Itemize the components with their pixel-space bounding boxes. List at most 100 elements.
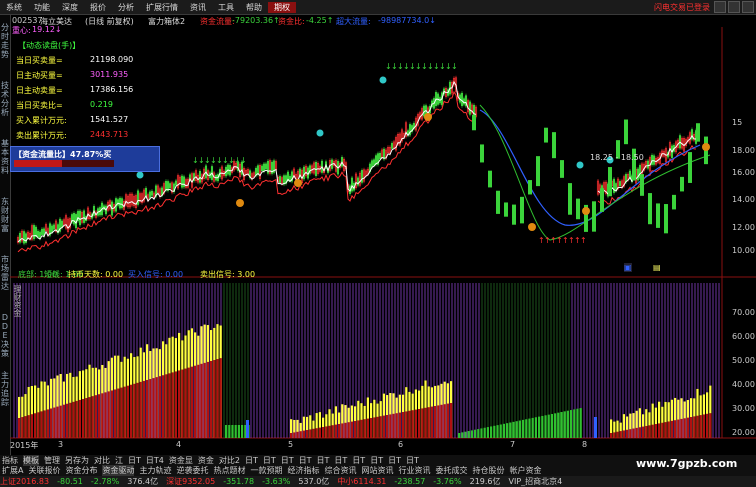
status-item: 深证9352.05 — [166, 477, 216, 486]
signal-item: 卖出信号: 3.00 — [200, 270, 256, 279]
function-tab[interactable]: 行业资讯 — [398, 465, 430, 476]
sidebar-tab-2[interactable]: 技术分析 — [0, 81, 10, 117]
function-tab[interactable]: 经济指标 — [287, 465, 319, 476]
read-row-value: 0.219 — [90, 100, 113, 109]
volume-bar — [405, 411, 408, 438]
read-row-label: 当日买卖量= — [16, 56, 63, 65]
volume-bar — [464, 431, 467, 438]
volume-bar — [354, 421, 357, 438]
volume-bar — [613, 432, 616, 438]
panel-close-icon[interactable]: ▤ — [653, 263, 661, 272]
volume-bar — [312, 428, 315, 438]
sidebar-tab-4[interactable]: 东财财富 — [0, 197, 10, 233]
menu-item-2[interactable]: 功能 — [28, 2, 56, 13]
candle-body — [608, 167, 612, 197]
volume-bar — [664, 422, 667, 438]
candle-body — [592, 201, 596, 232]
volume-bar — [373, 417, 376, 438]
extra-flow-value: -98987734.0↓ — [378, 16, 436, 25]
function-tab[interactable]: 热点题材 — [213, 465, 245, 476]
volume-bar — [46, 409, 49, 438]
volume-bar — [66, 403, 69, 438]
menu-item-7[interactable]: 资讯 — [184, 2, 212, 13]
menu-item-10[interactable]: 期权 — [268, 1, 296, 13]
signal-circle-orange — [424, 113, 432, 121]
volume-bar — [458, 433, 461, 438]
fund-flow-value: -79203.36↑ — [232, 16, 280, 25]
volume-bar — [338, 424, 341, 438]
volume-bar — [165, 374, 168, 438]
function-tab[interactable]: 资金驱动 — [102, 465, 135, 476]
maximize-button[interactable] — [728, 1, 740, 13]
function-tab[interactable]: 帐户资金 — [509, 465, 541, 476]
volume-bar — [414, 409, 417, 438]
volume-bar — [502, 423, 505, 438]
function-tab[interactable]: 扩展A — [2, 465, 23, 476]
volume-bar — [184, 368, 187, 438]
stock-chart[interactable]: ↓ ↓ ↓ ↓ ↓ ↓ ↓ ↓ ↓ ↓ ↓ ↓ ↓ ↓ ↓ ↓ ↓ ↓ ↓ ↓ ↓ ↑ ↑ ↑ ↑ ↑ ↑ ↑ ↑ 002537 海立美… — [10, 15, 756, 455]
volume-bar — [506, 423, 509, 438]
volume-bar — [437, 405, 440, 438]
menu-item-9[interactable]: 帮助 — [240, 2, 268, 13]
volume-bar — [626, 429, 629, 438]
function-tab[interactable]: 委托成交 — [435, 465, 467, 476]
menu-item-6[interactable]: 扩展行情 — [140, 2, 184, 13]
minimize-button[interactable] — [714, 1, 726, 13]
sidebar-tab-7[interactable]: 主力追踪 — [0, 371, 10, 407]
menu-item-5[interactable]: 分析 — [112, 2, 140, 13]
sidebar-tab-1[interactable]: 分时走势 — [0, 23, 10, 59]
status-item: 219.6亿 — [469, 477, 501, 486]
stock-code: 002537 — [12, 16, 43, 25]
sidebar-tab-5[interactable]: 市场雷达 — [0, 255, 10, 291]
up-arrow: ↑ — [580, 236, 587, 245]
status-item: -2.78% — [90, 477, 120, 486]
menu-item-4[interactable]: 报价 — [84, 2, 112, 13]
volume-bar — [168, 373, 171, 438]
signal-item: 买入信号: 0.00 — [128, 270, 184, 279]
candle-body — [544, 127, 548, 143]
function-tab[interactable]: 一款预期 — [250, 465, 282, 476]
volume-bar — [241, 425, 244, 438]
function-tab[interactable]: 关联报价 — [28, 465, 60, 476]
sidebar-tab-6[interactable]: DDE决策 — [0, 313, 10, 358]
function-tab[interactable]: 主力轨迹 — [139, 465, 171, 476]
volume-bar — [21, 417, 24, 438]
function-tab[interactable]: 网站资讯 — [361, 465, 393, 476]
volume-bar — [62, 404, 65, 438]
volume-bar — [550, 413, 553, 438]
read-row-value: 21198.090 — [90, 55, 134, 64]
volume-bar — [120, 387, 123, 438]
date-tick: 7 — [510, 440, 516, 449]
volume-bar — [190, 366, 193, 438]
menu-item-3[interactable]: 深度 — [56, 2, 84, 13]
volume-bar — [107, 391, 110, 438]
menu-item-8[interactable]: 工具 — [212, 2, 240, 13]
volume-tick: 60.00 — [732, 332, 755, 341]
volume-bar — [379, 416, 382, 438]
candle-body — [488, 170, 492, 188]
volume-bar — [322, 427, 325, 438]
volume-bar — [197, 364, 200, 438]
sidebar-tab-3[interactable]: 基本资料 — [0, 139, 10, 175]
panel-toggle-icon[interactable]: ▣ — [624, 263, 632, 272]
candle-body — [350, 177, 354, 192]
candle-body — [198, 171, 202, 183]
volume-bar — [94, 395, 97, 438]
candle-body — [262, 163, 266, 172]
volume-bar — [155, 377, 158, 438]
volume-bar — [632, 428, 635, 438]
function-tab[interactable]: 资金分布 — [65, 465, 97, 476]
function-tab[interactable]: 持仓股份 — [472, 465, 504, 476]
volume-bar — [370, 418, 373, 438]
volume-bar — [638, 427, 641, 438]
menu-item-1[interactable]: 系统 — [0, 2, 28, 13]
function-tab[interactable]: 综合资讯 — [324, 465, 356, 476]
volume-bar — [386, 415, 389, 438]
fund-ratio-label: 资金比: — [278, 17, 305, 26]
volume-bar — [98, 394, 101, 438]
volume-bar — [225, 425, 228, 438]
volume-bar — [171, 372, 174, 438]
volume-bar — [528, 418, 531, 438]
close-button[interactable] — [742, 1, 754, 13]
function-tab[interactable]: 逆袭委托 — [176, 465, 208, 476]
